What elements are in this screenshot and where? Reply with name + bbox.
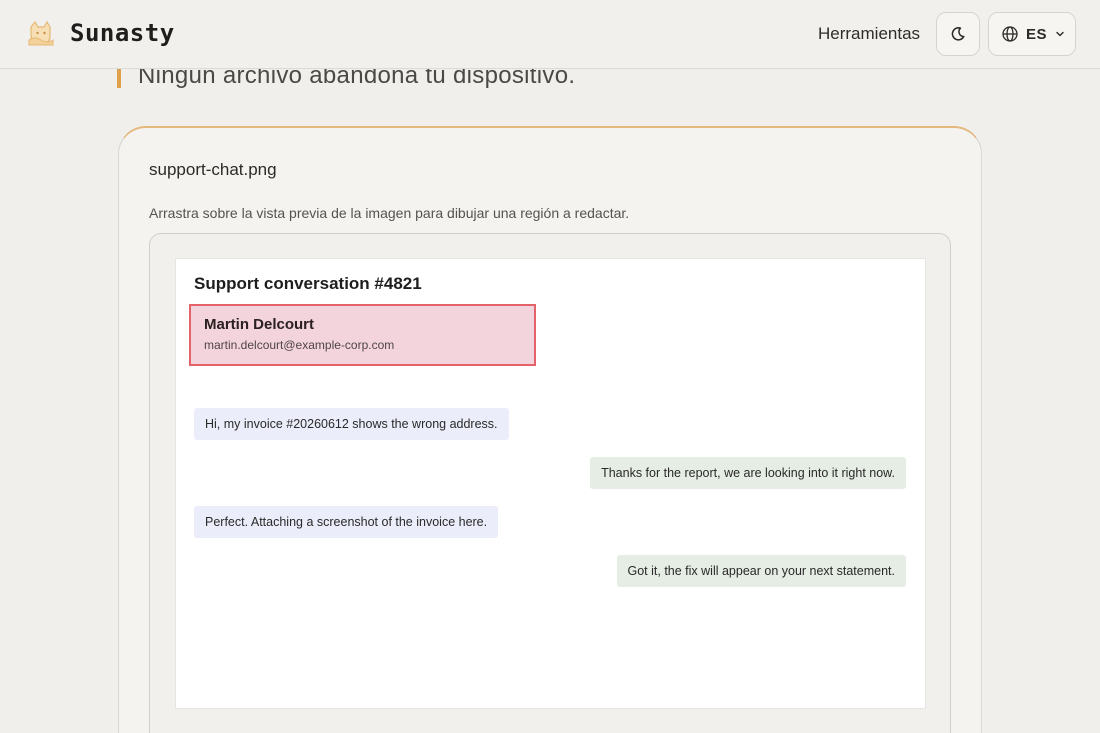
brand-name[interactable]: Sunasty bbox=[70, 19, 175, 47]
top-nav: Sunasty Herramientas ES bbox=[0, 0, 1100, 69]
file-name: support-chat.png bbox=[149, 160, 277, 179]
redaction-hint: Arrastra sobre la vista previa de la ima… bbox=[149, 205, 630, 221]
moon-icon bbox=[951, 27, 965, 41]
contact-email: martin.delcourt@example-corp.com bbox=[204, 338, 395, 352]
chat-message: Thanks for the report, we are looking in… bbox=[590, 457, 906, 489]
tools-link[interactable]: Herramientas bbox=[818, 24, 920, 44]
chevron-down-icon bbox=[1056, 31, 1064, 37]
globe-icon bbox=[1002, 26, 1018, 42]
logo-icon[interactable] bbox=[25, 18, 57, 50]
conversation-title: Support conversation #4821 bbox=[194, 274, 422, 293]
redaction-region[interactable] bbox=[189, 304, 536, 366]
chat-message: Hi, my invoice #20260612 shows the wrong… bbox=[194, 408, 509, 440]
theme-toggle-button[interactable] bbox=[936, 12, 980, 56]
contact-name: Martin Delcourt bbox=[204, 316, 315, 333]
language-code: ES bbox=[1026, 25, 1048, 43]
tagline-accent-bar bbox=[117, 66, 121, 88]
language-selector[interactable]: ES bbox=[988, 12, 1076, 56]
chat-message: Got it, the fix will appear on your next… bbox=[616, 555, 906, 587]
chat-message: Perfect. Attaching a screenshot of the i… bbox=[194, 506, 499, 538]
